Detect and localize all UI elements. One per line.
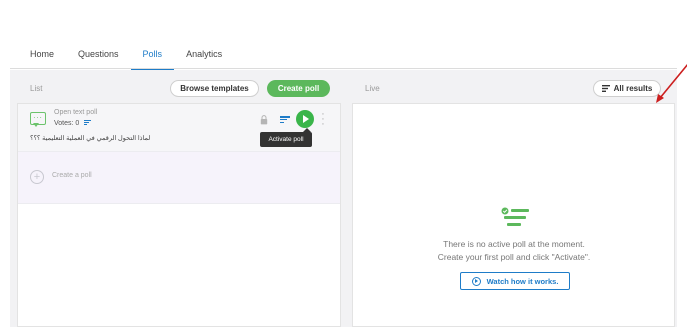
poll-bars-check-icon bbox=[501, 207, 529, 226]
create-poll-button[interactable]: Create poll bbox=[267, 80, 330, 97]
plus-circle-icon: + bbox=[30, 170, 44, 184]
annotation-arrow-icon bbox=[656, 63, 687, 103]
watch-how-it-works-button[interactable]: Watch how it works. bbox=[460, 272, 570, 290]
live-panel: There is no active poll at the moment. C… bbox=[352, 103, 675, 327]
results-bars-icon[interactable] bbox=[280, 116, 290, 124]
empty-state-message: There is no active poll at the moment. bbox=[443, 239, 585, 249]
nav-divider bbox=[10, 68, 677, 69]
live-section-label: Live bbox=[365, 84, 380, 93]
create-poll-row[interactable]: + Create a poll bbox=[18, 152, 340, 204]
tab-questions[interactable]: Questions bbox=[66, 40, 131, 70]
tab-polls[interactable]: Polls bbox=[130, 40, 175, 70]
play-icon bbox=[303, 115, 309, 123]
more-vertical-icon[interactable]: · · · bbox=[321, 109, 325, 130]
lock-icon[interactable] bbox=[260, 115, 268, 125]
activate-poll-tooltip: Activate poll bbox=[260, 132, 312, 147]
create-poll-label: Create a poll bbox=[52, 172, 92, 179]
empty-state-hint: Create your first poll and click "Activa… bbox=[437, 252, 591, 262]
results-bars-icon bbox=[84, 120, 92, 126]
browse-templates-button[interactable]: Browse templates bbox=[170, 80, 259, 97]
top-navigation: Home Questions Polls Analytics bbox=[0, 0, 687, 70]
tab-analytics[interactable]: Analytics bbox=[174, 40, 234, 70]
activate-poll-button[interactable] bbox=[296, 110, 314, 128]
poll-type-label: Open text poll bbox=[54, 109, 98, 116]
watch-label: Watch how it works. bbox=[486, 276, 559, 286]
play-circle-icon bbox=[471, 276, 481, 286]
poll-question: لماذا التحول الرقمي في العملية التعليمية… bbox=[30, 135, 151, 142]
poll-votes: Votes: 0 bbox=[54, 120, 92, 127]
results-bars-icon bbox=[601, 85, 610, 92]
speech-bubble-icon: ··· bbox=[30, 112, 46, 127]
all-results-label: All results bbox=[613, 84, 653, 93]
list-section-label: List bbox=[30, 84, 43, 93]
tab-home[interactable]: Home bbox=[18, 40, 66, 70]
poll-votes-count: Votes: 0 bbox=[54, 120, 80, 127]
nav-tabs: Home Questions Polls Analytics bbox=[18, 40, 234, 70]
